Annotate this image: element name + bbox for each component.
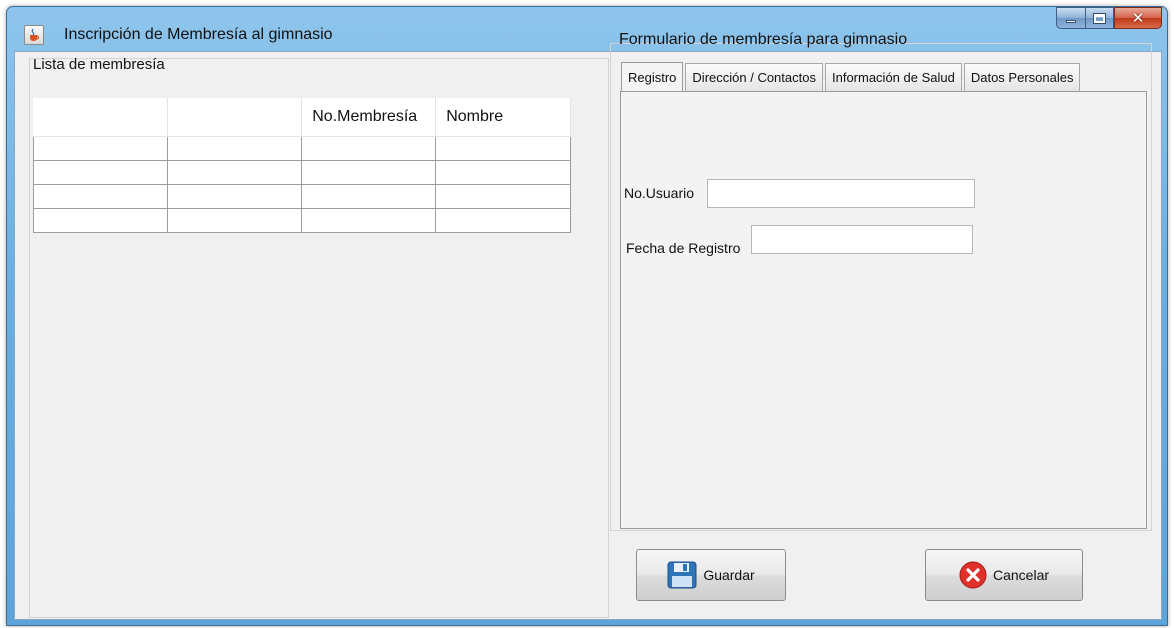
table-cell[interactable] [166,207,303,233]
maximize-button[interactable] [1085,7,1114,29]
cancel-x-icon [959,561,987,589]
table-row[interactable] [33,183,571,209]
tab-informacion-salud[interactable]: Información de Salud [824,63,962,91]
table-cell[interactable] [33,135,168,161]
table-cell[interactable] [166,183,303,209]
window-controls: ✕ [1056,7,1162,29]
cancelar-label: Cancelar [992,567,1050,583]
maximize-icon [1094,13,1105,23]
table-cell[interactable] [33,207,168,233]
table-cell[interactable] [301,207,437,233]
table-cell[interactable] [33,159,168,185]
table-row[interactable] [33,135,571,161]
minimize-button[interactable] [1056,7,1085,29]
window-title: Inscripción de Membresía al gimnasio [64,26,333,43]
no-usuario-label: No.Usuario [624,185,695,201]
guardar-label: Guardar [703,567,755,583]
table-cell[interactable] [166,135,303,161]
tab-datos-personales[interactable]: Datos Personales [963,63,1081,91]
tab-registro[interactable]: Registro [621,62,684,92]
table-row[interactable] [33,159,571,185]
table-cell[interactable] [301,183,437,209]
table-cell[interactable] [435,207,571,233]
table-cell[interactable] [435,183,571,209]
minimize-icon [1066,19,1076,23]
form-tabs: Registro Dirección / Contactos Informaci… [621,62,1082,92]
table-cell[interactable] [301,135,437,161]
cancelar-button[interactable]: Cancelar [925,549,1083,601]
column-header[interactable] [167,98,303,137]
table-header-row: No.Membresía Nombre [33,98,571,137]
close-button[interactable]: ✕ [1114,7,1162,29]
tab-content-registro [620,91,1147,529]
tab-direccion-contactos[interactable]: Dirección / Contactos [685,63,823,91]
membership-list-title: Lista de membresía [33,56,165,73]
column-header-nombre[interactable]: Nombre [435,98,571,137]
fecha-registro-label: Fecha de Registro [626,240,741,256]
table-cell[interactable] [33,183,168,209]
column-header-no-membresia[interactable]: No.Membresía [301,98,437,137]
table-cell[interactable] [435,135,571,161]
app-window: Inscripción de Membresía al gimnasio ✕ L… [6,6,1168,626]
table-row[interactable] [33,207,571,233]
java-cup-icon [24,25,44,45]
fecha-registro-input[interactable] [751,225,973,254]
no-usuario-input[interactable] [707,179,975,208]
guardar-button[interactable]: Guardar [636,549,786,601]
table-cell[interactable] [435,159,571,185]
close-icon: ✕ [1131,10,1145,27]
membership-form-title: Formulario de membresía para gimnasio [619,31,908,48]
membership-table[interactable]: No.Membresía Nombre [33,98,571,233]
column-header[interactable] [33,98,168,137]
table-cell[interactable] [301,159,437,185]
table-cell[interactable] [166,159,303,185]
floppy-disk-icon [667,561,697,589]
